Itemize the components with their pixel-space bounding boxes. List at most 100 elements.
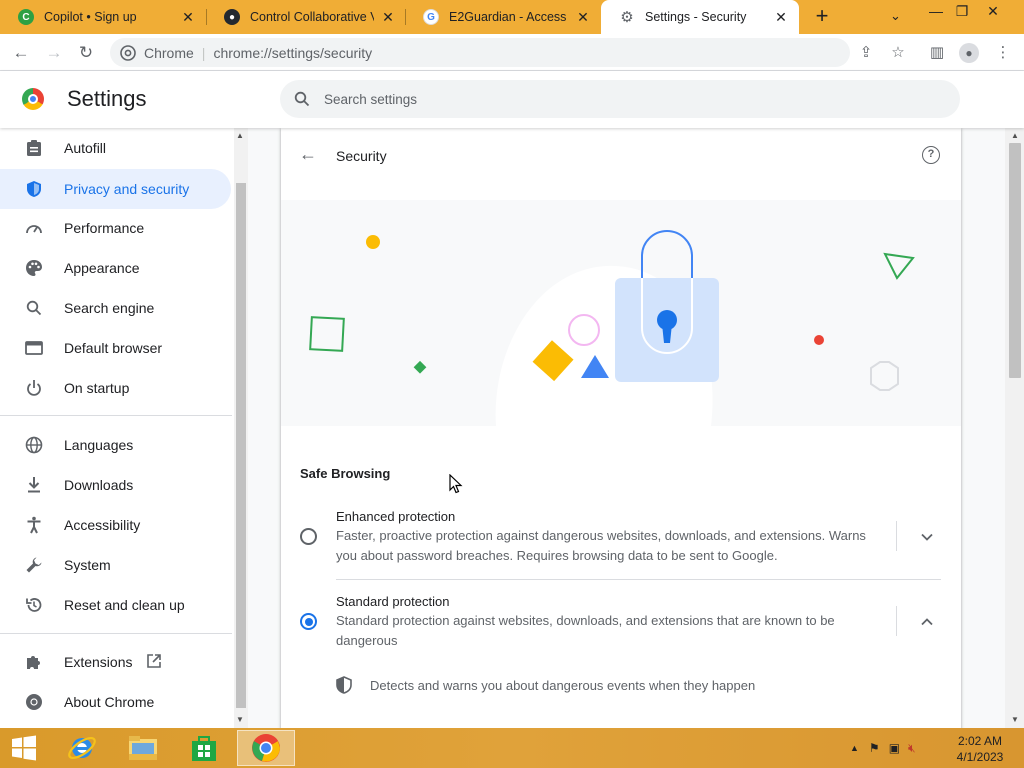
sidebar-divider (0, 633, 232, 634)
accessibility-icon (24, 515, 44, 535)
tab-settings-security[interactable]: ⚙ Settings - Security ✕ (601, 0, 799, 34)
tab-title: Settings - Security (645, 10, 747, 24)
security-page-card: ← Security ? Safe Browsing Enhanced prot… (281, 128, 961, 728)
vertical-divider (896, 606, 897, 636)
flag-icon[interactable]: ⚑ (869, 741, 880, 755)
main-scroll-thumb[interactable] (1009, 143, 1021, 378)
sidebar-item-system[interactable]: System (0, 545, 232, 585)
show-hidden-icons-icon[interactable]: ▲ (850, 743, 859, 753)
internet-explorer-taskbar-button[interactable] (53, 730, 111, 766)
close-icon[interactable]: ✕ (380, 9, 396, 26)
sidebar-divider (0, 415, 232, 416)
settings-sidebar: Autofill Privacy and security Performanc… (0, 128, 232, 728)
share-icon[interactable]: ⇪ (856, 43, 876, 63)
network-icon[interactable]: ▣ (889, 741, 900, 755)
sidebar-item-autofill[interactable]: Autofill (0, 128, 232, 168)
profile-avatar[interactable]: ● (959, 43, 979, 63)
autofill-icon (24, 138, 44, 158)
sidebar-item-default-browser[interactable]: Default browser (0, 328, 232, 368)
close-icon[interactable]: ✕ (773, 9, 789, 26)
shield-half-icon (336, 676, 352, 694)
sidebar-item-on-startup[interactable]: On startup (0, 368, 232, 408)
sidebar-item-about-chrome[interactable]: About Chrome (0, 682, 232, 722)
sidebar-scrollbar[interactable]: ▲ ▼ (234, 128, 248, 728)
sidebar-item-performance[interactable]: Performance (0, 208, 232, 248)
sidebar-item-label: Autofill (64, 140, 107, 156)
enhanced-protection-radio[interactable] (300, 528, 317, 545)
sidebar-item-languages[interactable]: Languages (0, 425, 232, 465)
side-panel-icon[interactable]: ▥ (927, 43, 947, 63)
reload-button[interactable]: ↻ (75, 42, 97, 64)
chevron-up-icon[interactable] (921, 614, 933, 629)
scroll-up-arrow-icon[interactable]: ▲ (1011, 131, 1019, 140)
settings-search-box[interactable] (280, 80, 960, 118)
security-illustration (281, 200, 961, 426)
search-icon (24, 298, 44, 318)
enhanced-protection-description: Faster, proactive protection against dan… (336, 528, 866, 563)
address-bar[interactable]: Chrome | chrome://settings/security (110, 38, 850, 67)
sidebar-item-privacy-and-security[interactable]: Privacy and security (0, 169, 231, 209)
settings-title: Settings (67, 86, 147, 111)
settings-search-input[interactable] (324, 91, 824, 107)
tab-copilot[interactable]: C Copilot • Sign up ✕ (0, 0, 206, 34)
taskbar-clock[interactable]: 2:02 AM 4/1/2023 (950, 733, 1010, 765)
settings-header: Settings (0, 71, 1024, 128)
sidebar-item-label: System (64, 557, 111, 573)
omnibox-url: chrome://settings/security (213, 44, 373, 61)
standard-detail-text: Detects and warns you about dangerous ev… (370, 677, 756, 693)
chrome-icon (252, 734, 280, 762)
sidebar-item-accessibility[interactable]: Accessibility (0, 505, 232, 545)
safe-browsing-heading: Safe Browsing (300, 466, 391, 481)
page-title: Security (336, 148, 387, 164)
file-explorer-icon (129, 736, 157, 760)
mouse-cursor-icon (449, 474, 463, 494)
browser-icon (24, 338, 44, 358)
chevron-down-icon[interactable] (921, 529, 933, 544)
sidebar-item-reset-and-clean-up[interactable]: Reset and clean up (0, 585, 232, 625)
sidebar-scroll-thumb[interactable] (236, 183, 246, 708)
sidebar-item-label: Search engine (64, 300, 155, 316)
close-icon[interactable]: ✕ (575, 9, 591, 26)
standard-detail-row: Detects and warns you about dangerous ev… (336, 676, 755, 694)
close-icon[interactable]: ✕ (180, 9, 196, 26)
option-divider (336, 579, 941, 580)
back-button[interactable]: ← (10, 42, 32, 64)
new-tab-button[interactable]: + (810, 5, 834, 29)
sidebar-item-label: Privacy and security (64, 181, 190, 197)
sidebar-item-downloads[interactable]: Downloads (0, 465, 232, 505)
volume-muted-icon[interactable]: 🔇︎ (908, 741, 916, 756)
sidebar-item-label: Languages (64, 437, 134, 453)
tab-e2guardian[interactable]: G E2Guardian - Access Den ✕ (405, 0, 601, 34)
tab-control-collaborative[interactable]: ● Control Collaborative Vir ✕ (206, 0, 406, 34)
scroll-down-arrow-icon[interactable]: ▼ (1011, 715, 1019, 724)
file-explorer-taskbar-button[interactable] (114, 730, 172, 766)
back-arrow-button[interactable]: ← (299, 144, 317, 165)
sidebar-item-search-engine[interactable]: Search engine (0, 288, 232, 328)
forward-button[interactable]: → (43, 42, 65, 64)
start-button[interactable] (0, 730, 48, 766)
store-taskbar-button[interactable] (175, 730, 233, 766)
tab-strip: C Copilot • Sign up ✕ ● Control Collabor… (0, 0, 1024, 34)
scroll-down-arrow-icon[interactable]: ▼ (236, 715, 244, 724)
sidebar-item-label: On startup (64, 380, 130, 396)
standard-protection-radio[interactable] (300, 613, 317, 630)
help-icon[interactable]: ? (922, 146, 940, 164)
restore-button[interactable]: ❐ (947, 3, 977, 20)
chrome-site-icon (120, 44, 136, 61)
sidebar-item-label: About Chrome (64, 694, 155, 710)
scroll-up-arrow-icon[interactable]: ▲ (236, 131, 244, 140)
open-in-new-icon (146, 653, 162, 672)
sidebar-item-extensions[interactable]: Extensions (0, 642, 232, 682)
download-icon (24, 475, 44, 495)
sidebar-item-appearance[interactable]: Appearance (0, 248, 232, 288)
window-close-button[interactable]: ✕ (978, 3, 1008, 20)
tab-search-chevron-icon[interactable]: ⌄ (890, 8, 901, 24)
tab-title: Control Collaborative Vir (250, 10, 374, 24)
clock-date: 4/1/2023 (956, 750, 1004, 764)
main-scrollbar[interactable]: ▲ ▼ (1005, 128, 1024, 728)
menu-dots-icon[interactable]: ⋮ (993, 43, 1013, 63)
palette-icon (24, 258, 44, 278)
chrome-taskbar-button[interactable] (237, 730, 295, 766)
omnibox-site-label: Chrome (144, 44, 194, 61)
bookmark-star-icon[interactable]: ☆ (888, 43, 908, 63)
